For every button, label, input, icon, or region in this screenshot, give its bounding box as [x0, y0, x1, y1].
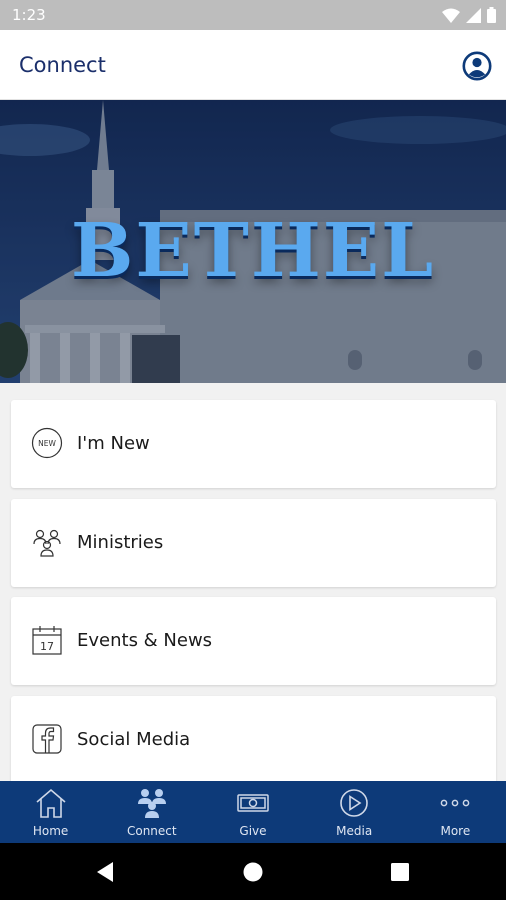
hero-banner: BETHEL	[0, 100, 506, 383]
status-time: 1:23	[12, 6, 46, 24]
menu-item-label: Ministries	[77, 532, 164, 553]
group-icon	[33, 529, 61, 557]
tab-home[interactable]: Home	[0, 781, 101, 843]
connect-icon	[137, 789, 166, 818]
tab-label: Connect	[126, 824, 177, 838]
wifi-icon	[442, 8, 460, 23]
tab-media[interactable]: Media	[304, 781, 405, 843]
status-bar: 1:23	[0, 0, 506, 30]
profile-icon[interactable]	[462, 51, 492, 81]
system-nav-bar	[0, 843, 506, 900]
home-icon	[36, 788, 66, 818]
status-icons	[442, 7, 496, 23]
battery-icon	[487, 7, 496, 23]
tab-label: Home	[32, 824, 69, 838]
tab-connect[interactable]: Connect	[101, 781, 202, 843]
facebook-icon	[32, 724, 62, 754]
money-icon	[237, 794, 269, 812]
tab-label: Give	[239, 824, 267, 838]
more-dots-icon	[440, 799, 470, 807]
play-icon	[340, 789, 368, 817]
calendar-icon: 17	[32, 626, 62, 655]
menu-item-events-news[interactable]: 17 Events & News	[11, 597, 496, 685]
tab-more[interactable]: More	[405, 781, 506, 843]
menu-item-label: I'm New	[77, 433, 150, 454]
calendar-date-number: 17	[40, 640, 54, 653]
recents-icon[interactable]	[387, 859, 413, 885]
page-title: Connect	[19, 53, 106, 77]
signal-icon	[466, 7, 481, 23]
menu-item-im-new[interactable]: NEW I'm New	[11, 400, 496, 488]
home-nav-icon[interactable]	[240, 859, 266, 885]
app-bar: Connect	[0, 30, 506, 100]
tab-label: More	[440, 824, 471, 838]
hero-logo-text: BETHEL	[70, 208, 436, 294]
back-icon[interactable]	[93, 859, 119, 885]
tab-label: Media	[336, 824, 373, 838]
menu-item-social-media[interactable]: Social Media	[11, 696, 496, 784]
menu-item-label: Events & News	[77, 630, 213, 651]
bottom-tab-bar: Home Connect Give Media More	[0, 781, 506, 843]
tab-give[interactable]: Give	[202, 781, 303, 843]
new-badge-text: NEW	[38, 439, 56, 448]
menu-item-ministries[interactable]: Ministries	[11, 499, 496, 587]
new-badge-icon: NEW	[31, 427, 63, 459]
menu-item-label: Social Media	[77, 729, 191, 750]
